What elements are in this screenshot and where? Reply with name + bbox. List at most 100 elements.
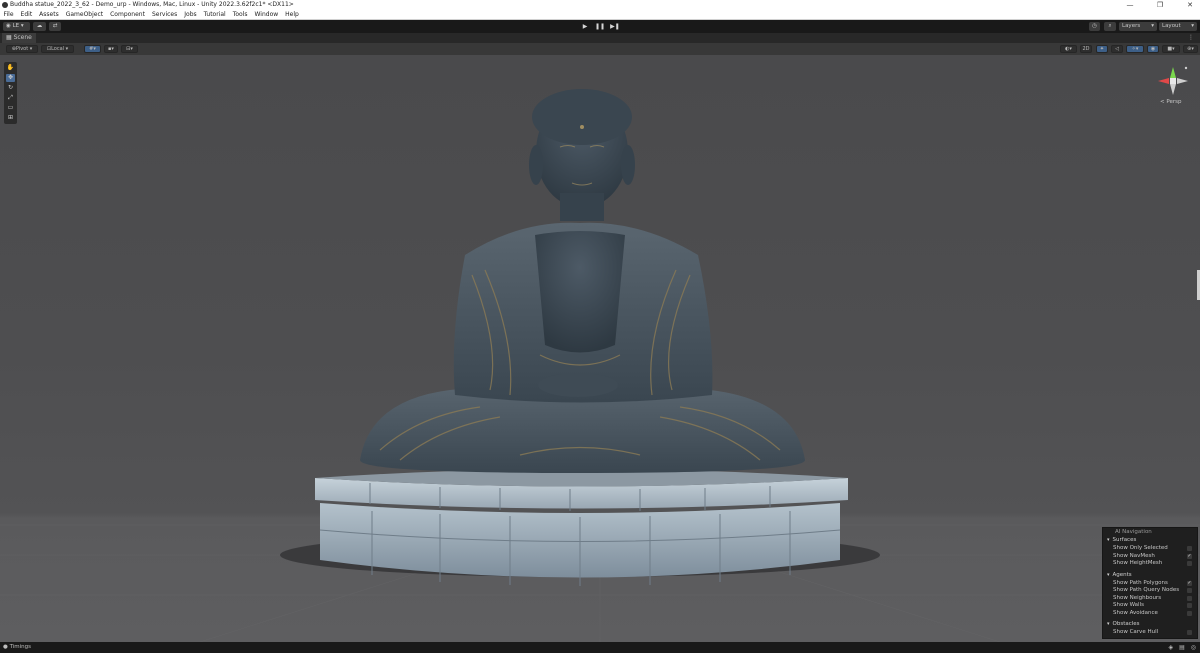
- chevron-down-icon: ▾: [1191, 23, 1194, 29]
- gizmo-neg-y-axis[interactable]: [1170, 84, 1176, 95]
- scene-viewport[interactable]: [0, 55, 1200, 642]
- effects-dropdown[interactable]: ✧▾: [1126, 45, 1144, 53]
- transform-tool-button[interactable]: ⊞: [6, 114, 15, 122]
- notifications-icon[interactable]: ◈: [1168, 642, 1173, 653]
- main-toolbar: ◉ LE ▾ ☁ ⇄ ▶ ❚❚ ▶❚ ◷ ⌕ Layers ▾ Layout ▾: [0, 20, 1200, 33]
- gizmos-dropdown[interactable]: ⊕▾: [1183, 45, 1198, 53]
- rotate-icon: ↻: [7, 84, 14, 91]
- toggle-2d-button[interactable]: 2D: [1080, 45, 1092, 53]
- checkbox[interactable]: [1187, 546, 1192, 551]
- option-show-neighbours[interactable]: Show Neighbours: [1103, 595, 1197, 603]
- checkbox-checked[interactable]: ✓: [1187, 553, 1192, 559]
- menu-gameobject[interactable]: GameObject: [62, 10, 106, 19]
- tab-scene-label: Scene: [13, 34, 32, 41]
- rect-tool-button[interactable]: ▭: [6, 104, 15, 112]
- pause-button[interactable]: ❚❚: [594, 22, 606, 31]
- ruler-button[interactable]: ⊟▾: [121, 45, 138, 53]
- option-show-navmesh[interactable]: Show NavMesh ✓: [1103, 553, 1197, 561]
- gizmo-lock-icon[interactable]: [1184, 66, 1188, 70]
- local-dropdown[interactable]: ⊡Local ▾: [41, 45, 74, 53]
- maximize-icon[interactable]: ❐: [1156, 0, 1164, 10]
- option-label: Show Only Selected: [1113, 545, 1168, 551]
- pivot-dropdown[interactable]: ⊕Pivot ▾: [6, 45, 38, 53]
- camera-dropdown[interactable]: ■▾: [1162, 45, 1180, 53]
- checkbox[interactable]: [1187, 610, 1192, 616]
- layers-dropdown[interactable]: Layers ▾: [1119, 22, 1157, 31]
- more-options-icon[interactable]: ⋮: [1188, 33, 1194, 43]
- menu-tutorial[interactable]: Tutorial: [200, 10, 229, 19]
- play-icon: ▶: [582, 23, 588, 30]
- toggle-2d-label: 2D: [1082, 46, 1090, 52]
- timings-label: Timings: [9, 644, 32, 650]
- menu-file[interactable]: File: [0, 10, 17, 19]
- window-title: Buddha statue_2022_3_62 - Demo_urp - Win…: [10, 1, 294, 8]
- persp-label[interactable]: < Persp: [1160, 99, 1181, 105]
- menu-jobs[interactable]: Jobs: [181, 10, 200, 19]
- gizmo-center[interactable]: [1170, 78, 1176, 84]
- debug-mode-icon[interactable]: ◎: [1191, 642, 1196, 653]
- play-button[interactable]: ▶: [579, 22, 591, 31]
- section-obstacles[interactable]: Obstacles: [1103, 620, 1197, 629]
- buddha-statue: [360, 89, 805, 473]
- option-show-heightmesh[interactable]: Show HeightMesh: [1103, 560, 1197, 568]
- gizmo-x-axis[interactable]: [1158, 78, 1169, 84]
- collab-button[interactable]: ⇄: [49, 22, 61, 31]
- gizmo-y-axis[interactable]: [1170, 67, 1176, 78]
- option-show-walls[interactable]: Show Walls: [1103, 602, 1197, 610]
- grid-snap-button[interactable]: #▾: [84, 45, 101, 53]
- audio-icon: ◁: [1115, 46, 1119, 52]
- menu-window[interactable]: Window: [251, 10, 282, 19]
- timings-toggle[interactable]: ● Timings: [3, 642, 31, 653]
- scale-tool-button[interactable]: ⤢: [6, 94, 15, 102]
- rotate-tool-button[interactable]: ↻: [6, 84, 15, 92]
- section-surfaces[interactable]: Surfaces: [1103, 536, 1197, 545]
- ai-navigation-overlay: AI Navigation Surfaces Show Only Selecte…: [1102, 527, 1198, 639]
- option-show-carve-hull[interactable]: Show Carve Hull: [1103, 629, 1197, 637]
- menu-component[interactable]: Component: [107, 10, 149, 19]
- checkbox-checked[interactable]: ✓: [1187, 580, 1192, 586]
- local-label: Local: [51, 46, 65, 52]
- gizmos-icon: ⊕▾: [1187, 46, 1194, 52]
- layers-label: Layers: [1122, 23, 1141, 29]
- menu-services[interactable]: Services: [148, 10, 180, 19]
- cloud-button[interactable]: ☁: [33, 22, 46, 31]
- audio-toggle[interactable]: ◁: [1111, 45, 1123, 53]
- checkbox[interactable]: [1187, 630, 1192, 635]
- menu-help[interactable]: Help: [282, 10, 303, 19]
- hand-tool-button[interactable]: ✋: [6, 64, 15, 72]
- shading-mode-button[interactable]: ◐▾: [1060, 45, 1077, 53]
- lighting-toggle[interactable]: ✦: [1096, 45, 1108, 53]
- menu-assets[interactable]: Assets: [36, 10, 63, 19]
- option-label: Show Path Polygons: [1113, 579, 1168, 586]
- grid-icon: #▾: [89, 46, 96, 52]
- shading-icon: ◐▾: [1065, 46, 1072, 52]
- checkbox[interactable]: [1187, 603, 1192, 608]
- search-button[interactable]: ⌕: [1104, 22, 1116, 31]
- history-button[interactable]: ◷: [1089, 22, 1100, 31]
- cache-server-icon[interactable]: ▤: [1179, 642, 1185, 653]
- option-show-avoidance[interactable]: Show Avoidance: [1103, 610, 1197, 618]
- close-icon[interactable]: ✕: [1186, 0, 1194, 10]
- option-show-path-query-nodes[interactable]: Show Path Query Nodes: [1103, 587, 1197, 595]
- move-tool-button[interactable]: ✥: [6, 74, 15, 82]
- account-dropdown[interactable]: ◉ LE ▾: [3, 22, 30, 31]
- snap-increment-button[interactable]: ▪▾: [104, 45, 118, 53]
- tab-scene[interactable]: ▦ Scene: [2, 33, 36, 43]
- option-label: Show Walls: [1113, 602, 1144, 608]
- pause-icon: ❚❚: [594, 23, 606, 30]
- option-show-path-polygons[interactable]: Show Path Polygons ✓: [1103, 580, 1197, 588]
- section-agents[interactable]: Agents: [1103, 571, 1197, 580]
- unity-editor-window: Buddha statue_2022_3_62 - Demo_urp - Win…: [0, 0, 1200, 653]
- hidden-objects-toggle[interactable]: ◉: [1147, 45, 1159, 53]
- rect-icon: ▭: [7, 104, 14, 111]
- gizmo-neg-x-axis[interactable]: [1177, 78, 1188, 84]
- menu-tools[interactable]: Tools: [229, 10, 251, 19]
- checkbox[interactable]: [1187, 588, 1192, 593]
- step-button[interactable]: ▶❚: [609, 22, 621, 31]
- checkbox[interactable]: [1187, 595, 1192, 601]
- checkbox[interactable]: [1187, 561, 1192, 566]
- option-show-only-selected[interactable]: Show Only Selected: [1103, 545, 1197, 553]
- minimize-icon[interactable]: —: [1126, 0, 1134, 10]
- menu-edit[interactable]: Edit: [17, 10, 36, 19]
- layout-dropdown[interactable]: Layout ▾: [1159, 22, 1197, 31]
